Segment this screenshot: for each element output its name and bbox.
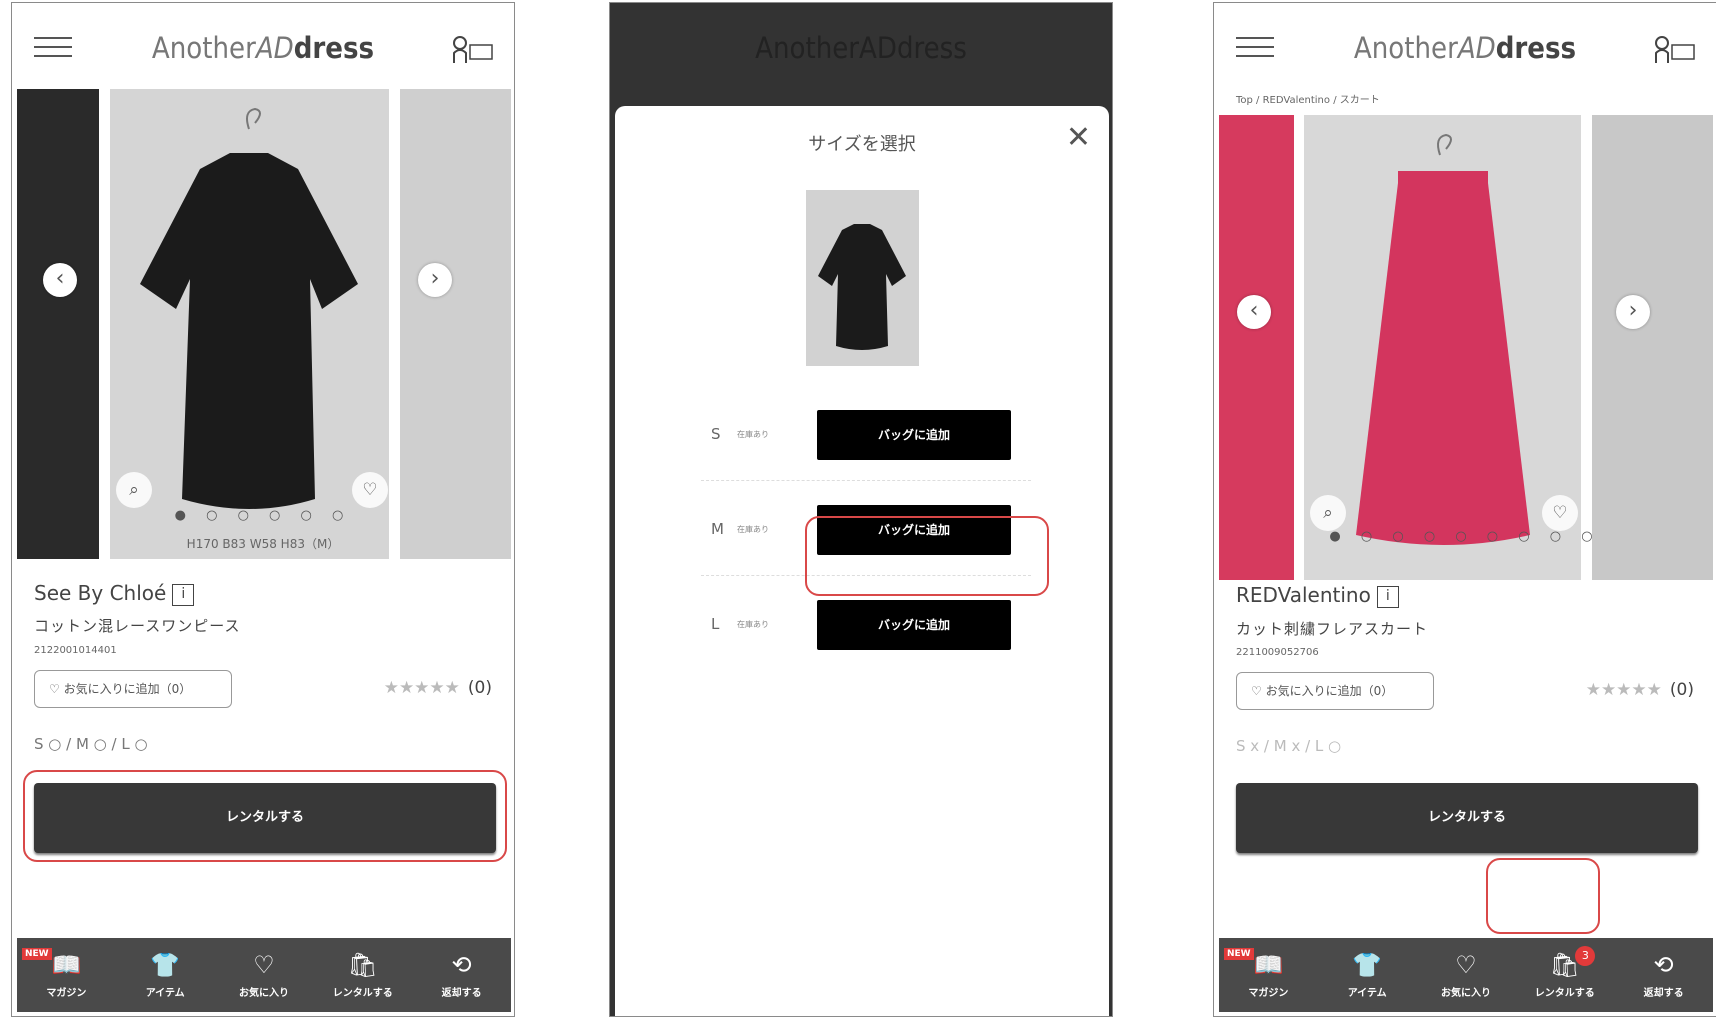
heart-icon: ♡ [253,951,275,979]
nav-return[interactable]: ⟲ 返却する [412,938,511,1012]
nav-items[interactable]: 👕 アイテム [1318,938,1417,1012]
close-icon[interactable]: ✕ [1066,120,1091,155]
highlight-box [1486,858,1600,934]
add-to-bag-button-s[interactable]: バッグに追加 [817,410,1011,460]
image-carousel[interactable]: ⌕ ♡ ‹ › [1219,115,1713,580]
return-icon: ⟲ [451,951,472,979]
tshirt-icon: 👕 [1352,951,1383,979]
add-to-bag-button-l[interactable]: バッグに追加 [817,600,1011,650]
phone-screen-size-select: AnotherADdress サイズを選択 ✕ S 在庫あり バッグに追加 M 在庫… [609,2,1113,1017]
size-availability: S ○ / M ○ / L ○ [34,735,148,753]
nav-return[interactable]: ⟲ 返却する [1614,938,1713,1012]
product-sku: 2211009052706 [1236,647,1319,658]
heart-icon: ♡ [1455,951,1477,979]
tshirt-icon: 👕 [150,951,181,979]
product-name: コットン混レースワンピース [34,617,241,635]
nav-favorites[interactable]: ♡ お気に入り [1417,938,1516,1012]
size-availability: S x / M x / L ○ [1236,737,1342,755]
rating: ★★★★★ (0) [383,678,492,698]
nav-favorites[interactable]: ♡ お気に入り [215,938,314,1012]
product-name: カット刺繍フレアスカート [1236,620,1429,638]
add-favorite-button[interactable]: ♡ お気に入りに追加（0） [34,670,232,708]
ticket-icon[interactable] [1652,33,1696,65]
favorite-heart-icon[interactable]: ♡ [1542,495,1578,531]
info-icon[interactable]: i [172,584,195,606]
rating: ★★★★★ (0) [1585,680,1694,700]
zoom-icon[interactable]: ⌕ [116,472,152,508]
phone-screen-product: AnotherADdress ⌕ ♡ ‹ › ● ○ ○ ○ ○ ○ H170 … [11,2,515,1017]
new-tag: NEW [1224,948,1254,960]
ticket-icon[interactable] [450,33,494,65]
add-favorite-button[interactable]: ♡ お気に入りに追加（0） [1236,672,1434,710]
favorite-heart-icon[interactable]: ♡ [352,472,388,508]
size-row-s: S 在庫あり バッグに追加 [701,386,1031,481]
nav-rent[interactable]: 3 🛍 レンタルする [1515,938,1614,1012]
product-sku: 2122001014401 [34,645,117,656]
zoom-icon[interactable]: ⌕ [1310,495,1346,531]
new-tag: NEW [22,948,52,960]
app-logo[interactable]: AnotherADdress [12,31,514,65]
nav-magazine[interactable]: NEW 📖 マガジン [17,938,116,1012]
rent-button[interactable]: レンタルする [1236,783,1698,853]
modal-title: サイズを選択 [808,134,916,155]
brand-name[interactable]: See By Chloé i [34,581,195,606]
phone-screen-product-2: AnotherADdress Top / REDValentino / スカート… [1213,2,1716,1017]
carousel-dots[interactable]: ● ○ ○ ○ ○ ○ [12,508,514,523]
prev-arrow-icon[interactable]: ‹ [43,263,77,297]
nav-rent[interactable]: 🛍 レンタルする [313,938,412,1012]
app-header: AnotherADdress [1214,3,1716,89]
highlight-box [23,770,507,862]
image-carousel[interactable]: ⌕ ♡ ‹ › [17,89,511,559]
bag-icon: 🛍 [347,951,379,979]
model-measurements: H170 B83 W58 H83（M） [186,537,340,551]
size-select-modal: サイズを選択 ✕ S 在庫あり バッグに追加 M 在庫あり バッグに追加 L 在庫あり… [615,106,1109,1016]
prev-arrow-icon[interactable]: ‹ [1237,295,1271,329]
product-thumbnail [806,190,919,366]
bag-icon: 🛍 [1549,951,1581,979]
carousel-dots[interactable]: ● ○ ○ ○ ○ ○ ○ ○ ○ [1214,529,1716,544]
highlight-box [805,516,1049,596]
info-icon[interactable]: i [1376,586,1399,608]
dimmed-header: AnotherADdress [610,3,1112,98]
next-arrow-icon[interactable]: › [418,263,452,297]
brand-name[interactable]: REDValentino i [1236,583,1399,608]
nav-items[interactable]: 👕 アイテム [116,938,215,1012]
app-logo: AnotherADdress [755,31,967,65]
app-header: AnotherADdress [12,3,514,89]
breadcrumb[interactable]: Top / REDValentino / スカート [1236,91,1380,106]
nav-magazine[interactable]: NEW 📖 マガジン [1219,938,1318,1012]
bottom-nav: NEW 📖 マガジン 👕 アイテム ♡ お気に入り 🛍 レンタルする ⟲ 返却する [17,938,511,1012]
app-logo[interactable]: AnotherADdress [1214,31,1716,65]
next-arrow-icon[interactable]: › [1616,295,1650,329]
return-icon: ⟲ [1653,951,1674,979]
bottom-nav: NEW 📖 マガジン 👕 アイテム ♡ お気に入り 3 🛍 レンタルする ⟲ 返却する [1219,938,1713,1012]
